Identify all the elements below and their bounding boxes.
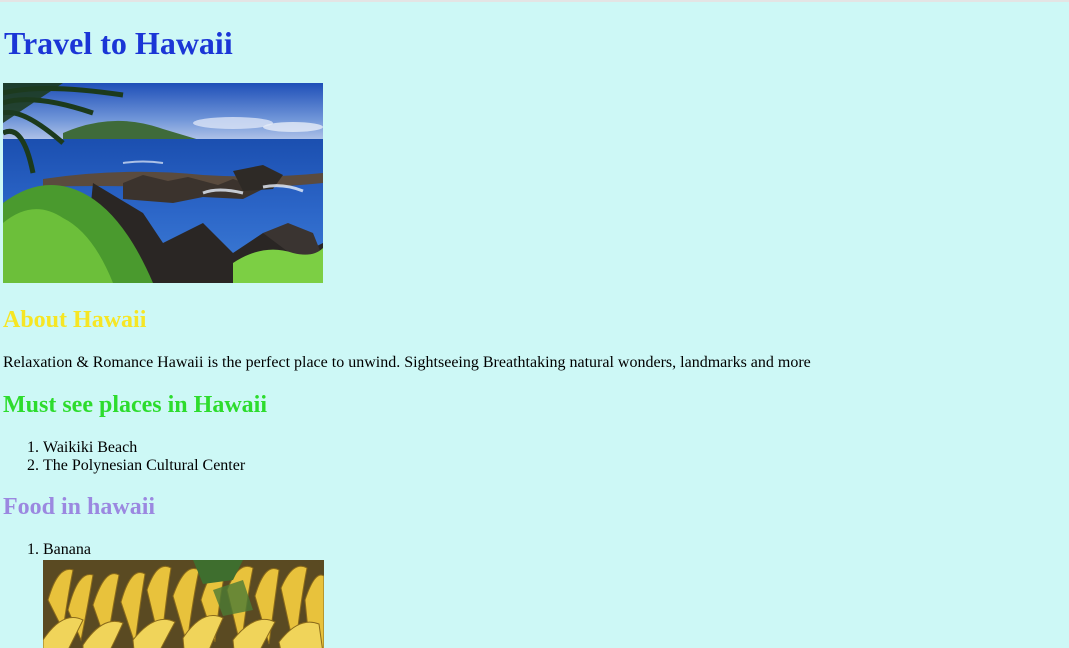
food-heading: Food in hawaii [3,494,156,520]
places-list: 1. Waikiki Beach 2. The Polynesian Cultu… [27,439,246,475]
food-list: 1. Banana [27,541,324,648]
list-item: 1. Waikiki Beach [27,439,245,457]
list-item-label: Banana [43,541,91,558]
hawaii-coast-image [3,83,323,283]
list-item-label: Waikiki Beach [43,439,138,456]
places-heading: Must see places in Hawaii [3,392,267,418]
list-number: 1. [27,541,39,558]
list-item: 2. The Polynesian Cultural Center [27,457,246,475]
list-item-label: The Polynesian Cultural Center [43,457,246,474]
list-number: 2. [27,457,39,474]
browser-top-border [0,0,1069,2]
about-text: Relaxation & Romance Hawaii is the perfe… [3,354,811,371]
list-item: 1. Banana [27,541,324,648]
page-title: Travel to Hawaii [4,25,233,61]
banana-image [43,560,324,648]
about-heading: About Hawaii [3,307,147,333]
list-number: 1. [27,439,39,456]
